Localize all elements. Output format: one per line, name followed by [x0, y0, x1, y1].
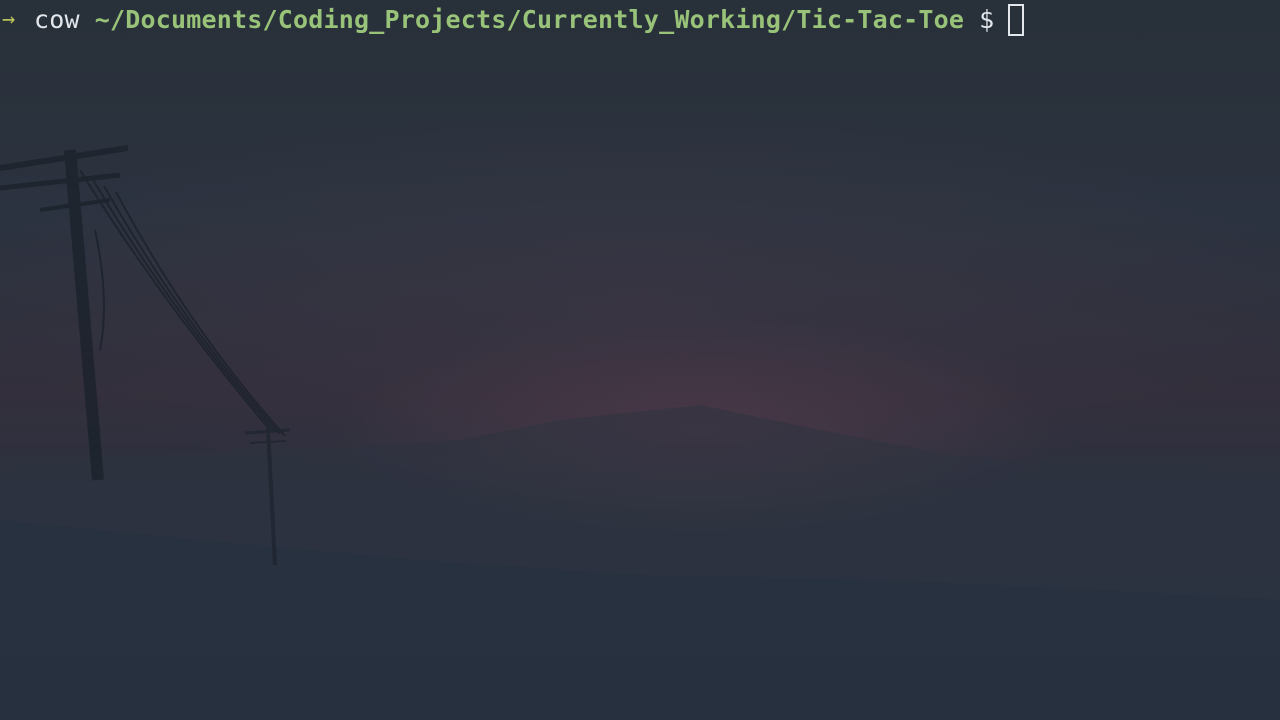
prompt-user: cow [34, 5, 80, 34]
prompt-symbol: $ [979, 5, 995, 34]
text-cursor[interactable] [1008, 4, 1025, 36]
wallpaper-background [0, 145, 1280, 720]
prompt-path: ~/Documents/Coding_Projects/Currently_Wo… [94, 5, 965, 34]
terminal-window[interactable]: → cow ~/Documents/Coding_Projects/Curren… [0, 0, 1280, 720]
power-pole-large [0, 145, 286, 481]
arrow-right-icon: → [2, 7, 16, 32]
prompt-line[interactable]: → cow ~/Documents/Coding_Projects/Curren… [0, 3, 1025, 37]
